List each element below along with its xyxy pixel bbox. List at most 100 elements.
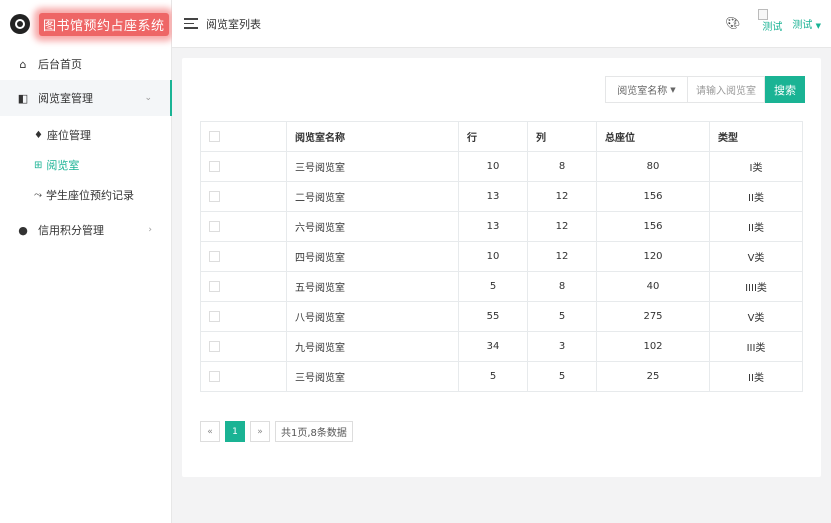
search-placeholder: 请输入阅览室 — [696, 86, 756, 97]
prev-page-button[interactable]: « — [200, 421, 220, 442]
sidebar-menu: ⌂ 后台首页 ◧ 阅览室管理 ⌄ ♦ 座位管理 ⊞ 阅览室 ⤳ 学生座位预约记录… — [0, 48, 172, 246]
reading-room-table: 阅览室名称 行 列 总座位 类型 三号阅览室 10 8 80 I类 二号阅览室 13 12 15… — [200, 121, 803, 392]
table-header-row: 阅览室名称 行 列 总座位 类型 — [200, 121, 803, 152]
cell-total-seats: 275 — [596, 301, 710, 332]
pagination: « 1 » 共1页,8条数据 — [200, 421, 358, 442]
cell-cols: 12 — [527, 241, 597, 272]
caret-down-icon: ▼ — [815, 22, 821, 30]
github-icon[interactable] — [10, 14, 30, 34]
seat-icon: ♦ — [34, 129, 43, 141]
column-header[interactable]: 阅览室名称 — [286, 121, 459, 152]
table-body: 三号阅览室 10 8 80 I类 二号阅览室 13 12 156 II类 六号阅览室 13 12 156 I… — [200, 151, 803, 392]
palette-icon[interactable]: 🎨︎ — [725, 16, 740, 30]
row-select-cell[interactable] — [200, 271, 287, 302]
table-row[interactable]: 五号阅览室 5 8 40 IIII类 — [200, 271, 803, 302]
user-name: 测试 — [792, 20, 813, 31]
cell-total-seats: 80 — [596, 151, 710, 182]
next-page-button[interactable]: » — [250, 421, 270, 442]
row-select-cell[interactable] — [200, 181, 287, 212]
search-field-select[interactable]: 阅览室名称 ▼ — [605, 76, 687, 103]
search-button[interactable]: 搜索 — [765, 76, 805, 103]
chevron-right-icon: › — [148, 225, 152, 235]
cell-room-name: 三号阅览室 — [286, 151, 459, 182]
cell-type: V类 — [709, 301, 803, 332]
cell-cols: 8 — [527, 151, 597, 182]
row-select-cell[interactable] — [200, 211, 287, 242]
table-row[interactable]: 八号阅览室 55 5 275 V类 — [200, 301, 803, 332]
sidebar-item-home[interactable]: ⌂ 后台首页 — [0, 48, 172, 80]
row-checkbox[interactable] — [209, 310, 220, 322]
table-row[interactable]: 九号阅览室 34 3 102 III类 — [200, 331, 803, 362]
search-input[interactable]: 请输入阅览室 — [687, 76, 765, 103]
content-panel: 阅览室名称 ▼ 请输入阅览室 搜索 阅览室名称 行 列 总座位 类型 三号阅览室 1… — [182, 58, 821, 477]
user-icon: ● — [18, 223, 28, 237]
cell-type: II类 — [709, 181, 803, 212]
sidebar-submenu: ♦ 座位管理 ⊞ 阅览室 ⤳ 学生座位预约记录 — [0, 116, 172, 210]
book-icon: ◧ — [17, 91, 29, 105]
row-checkbox[interactable] — [209, 220, 220, 232]
cell-rows: 10 — [458, 241, 528, 272]
column-header[interactable]: 类型 — [709, 121, 803, 152]
page-button-current[interactable]: 1 — [225, 421, 245, 442]
table-row[interactable]: 四号阅览室 10 12 120 V类 — [200, 241, 803, 272]
cell-room-name: 二号阅览室 — [286, 181, 459, 212]
row-select-cell[interactable] — [200, 361, 287, 392]
cell-rows: 5 — [458, 361, 528, 392]
table-row[interactable]: 三号阅览室 10 8 80 I类 — [200, 151, 803, 182]
cell-rows: 10 — [458, 151, 528, 182]
select-value: 阅览室名称 — [617, 86, 668, 97]
row-checkbox[interactable] — [209, 190, 220, 202]
cell-rows: 34 — [458, 331, 528, 362]
avatar[interactable]: 测试 — [758, 9, 782, 33]
header-right: 🎨︎ 测试 测试 ▼ — [725, 9, 821, 33]
cell-cols: 12 — [527, 211, 597, 242]
page-title: 阅览室列表 — [206, 17, 261, 31]
app-title: 图书馆预约占座系统 — [39, 12, 169, 36]
column-header[interactable]: 列 — [527, 121, 597, 152]
cell-cols: 12 — [527, 181, 597, 212]
sidebar-item-credit-management[interactable]: ● 信用积分管理 › — [0, 214, 172, 246]
select-all-checkbox[interactable] — [209, 130, 220, 142]
sidebar-item-reading-room[interactable]: ⊞ 阅览室 — [0, 150, 172, 180]
row-checkbox[interactable] — [209, 250, 220, 262]
cell-cols: 3 — [527, 331, 597, 362]
cell-total-seats: 25 — [596, 361, 710, 392]
row-select-cell[interactable] — [200, 301, 287, 332]
cell-rows: 13 — [458, 211, 528, 242]
cell-room-name: 九号阅览室 — [286, 331, 459, 362]
sidebar: 图书馆预约占座系统 ⌂ 后台首页 ◧ 阅览室管理 ⌄ ♦ 座位管理 ⊞ 阅览室 … — [0, 0, 172, 523]
cell-type: III类 — [709, 331, 803, 362]
select-all-header[interactable] — [200, 121, 287, 152]
cell-total-seats: 40 — [596, 271, 710, 302]
cell-total-seats: 120 — [596, 241, 710, 272]
menu-toggle-icon[interactable] — [184, 15, 198, 32]
sidebar-item-seat-management[interactable]: ♦ 座位管理 — [0, 120, 172, 150]
cell-type: II类 — [709, 211, 803, 242]
brand: 图书馆预约占座系统 — [0, 0, 171, 48]
row-checkbox[interactable] — [209, 280, 220, 292]
row-select-cell[interactable] — [200, 241, 287, 272]
row-checkbox[interactable] — [209, 160, 220, 172]
table-row[interactable]: 二号阅览室 13 12 156 II类 — [200, 181, 803, 212]
row-checkbox[interactable] — [209, 370, 220, 382]
sidebar-item-reservation-records[interactable]: ⤳ 学生座位预约记录 — [0, 180, 172, 210]
cell-room-name: 六号阅览室 — [286, 211, 459, 242]
table-row[interactable]: 六号阅览室 13 12 156 II类 — [200, 211, 803, 242]
cell-cols: 5 — [527, 301, 597, 332]
cell-total-seats: 156 — [596, 181, 710, 212]
cell-total-seats: 156 — [596, 211, 710, 242]
sidebar-item-reading-room-management[interactable]: ◧ 阅览室管理 ⌄ — [0, 80, 172, 116]
table-row[interactable]: 三号阅览室 5 5 25 II类 — [200, 361, 803, 392]
sidebar-item-label: 阅览室管理 — [38, 92, 93, 105]
row-select-cell[interactable] — [200, 331, 287, 362]
column-header[interactable]: 行 — [458, 121, 528, 152]
cell-total-seats: 102 — [596, 331, 710, 362]
column-header[interactable]: 总座位 — [596, 121, 710, 152]
sidebar-item-label: 信用积分管理 — [38, 224, 104, 237]
sidebar-item-label: 座位管理 — [46, 129, 91, 142]
row-select-cell[interactable] — [200, 151, 287, 182]
row-checkbox[interactable] — [209, 340, 220, 352]
cell-room-name: 五号阅览室 — [286, 271, 459, 302]
cell-type: IIII类 — [709, 271, 803, 302]
user-menu[interactable]: 测试 ▼ — [792, 16, 821, 31]
